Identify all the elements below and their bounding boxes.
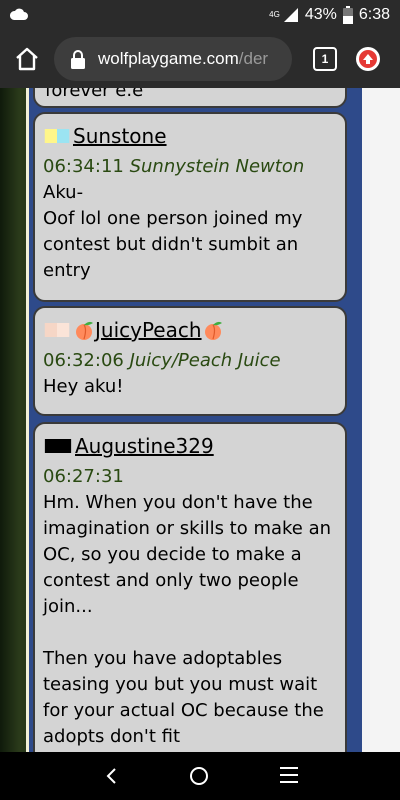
username-link[interactable]: JuicyPeach [95, 317, 202, 343]
url-path: /der [238, 49, 269, 68]
message-header: JuicyPeach [43, 314, 337, 346]
message-header: Augustine329 [43, 430, 337, 462]
message-meta: 06:27:31 [43, 464, 337, 490]
message-meta: 06:32:06 Juicy/Peach Juice [43, 348, 337, 374]
battery-icon [342, 6, 353, 24]
message-text: Aku- Oof lol one person joined my contes… [43, 182, 303, 281]
message-meta: 06:34:11 Sunnystein Newton [43, 154, 337, 180]
chat-message: JuicyPeach 06:32:06 Juicy/Peach Juice He… [33, 306, 347, 416]
previous-message-text: forever e.e [45, 88, 144, 101]
clock: 6:38 [358, 6, 390, 23]
message-header: Sunstone [43, 120, 337, 152]
status-right: 4G 43% 6:38 [269, 5, 390, 25]
page-margin [362, 88, 400, 752]
system-nav-bar [0, 752, 400, 800]
user-flag-icon [44, 439, 72, 453]
message-text: Hey aku! [43, 376, 124, 397]
chat-message: Sunstone 06:34:11 Sunnystein Newton Aku-… [33, 112, 347, 302]
url-text[interactable]: wolfplaygame.com/der [98, 48, 288, 70]
message-nickname: Juicy/Peach Juice [129, 350, 281, 371]
url-host: wolfplaygame.com [98, 49, 239, 68]
username-link[interactable]: Augustine329 [75, 433, 214, 459]
address-bar[interactable]: wolfplaygame.com/der [54, 37, 292, 81]
lock-icon [71, 50, 85, 69]
message-nickname: Sunnystein Newton [129, 156, 305, 177]
battery-percent: 43% [304, 6, 337, 23]
previous-message: forever e.e [33, 88, 347, 108]
recents-icon[interactable] [280, 767, 298, 785]
user-flag-icon [44, 323, 70, 337]
peach-icon [204, 321, 222, 340]
message-time: 06:32:06 [43, 350, 124, 371]
status-bar: 4G 43% 6:38 [0, 0, 400, 30]
browser-toolbar: wolfplaygame.com/der 1 [0, 30, 400, 88]
user-flag-icon [44, 129, 70, 143]
update-button[interactable] [356, 47, 380, 71]
web-page: forever e.e Sunstone 06:34:11 Sunnystein… [0, 88, 400, 752]
peach-icon [76, 321, 93, 340]
signal-icon [283, 8, 298, 22]
home-icon[interactable] [10, 42, 44, 76]
tab-switcher-button[interactable]: 1 [313, 47, 337, 71]
chat-message: Augustine329 06:27:31 Hm. When you don't… [33, 422, 347, 752]
message-time: 06:27:31 [43, 466, 124, 487]
back-icon[interactable] [104, 767, 118, 785]
message-text: Hm. When you don't have the imagination … [43, 492, 332, 747]
username-link[interactable]: Sunstone [73, 123, 167, 149]
cloud-icon [10, 8, 28, 20]
network-type: 4G [269, 10, 280, 19]
home-nav-icon[interactable] [190, 767, 208, 785]
arrow-up-icon [359, 50, 377, 68]
message-time: 06:34:11 [43, 156, 124, 177]
